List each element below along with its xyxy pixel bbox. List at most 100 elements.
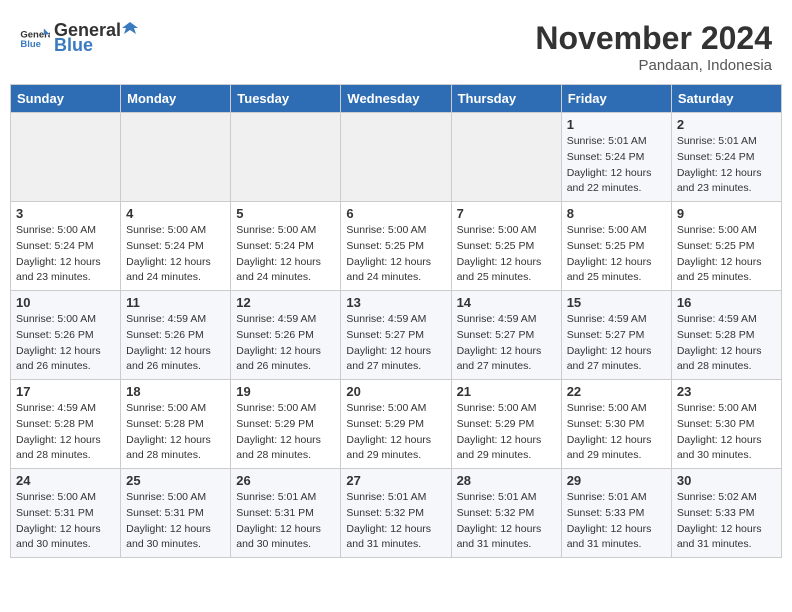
col-header-sunday: Sunday	[11, 85, 121, 113]
day-info: Sunrise: 5:00 AMSunset: 5:30 PMDaylight:…	[677, 401, 776, 464]
week-row-1: 1 Sunrise: 5:01 AMSunset: 5:24 PMDaylight…	[11, 113, 782, 202]
day-info: Sunrise: 5:01 AMSunset: 5:32 PMDaylight:…	[346, 490, 445, 553]
calendar-header-row: SundayMondayTuesdayWednesdayThursdayFrid…	[11, 85, 782, 113]
day-number: 14	[457, 295, 556, 310]
day-info: Sunrise: 5:01 AMSunset: 5:32 PMDaylight:…	[457, 490, 556, 553]
calendar-cell: 21Sunrise: 5:00 AMSunset: 5:29 PMDayligh…	[451, 380, 561, 469]
calendar-cell: 29 Sunrise: 5:01 AMSunset: 5:33 PMDayligh…	[561, 469, 671, 558]
day-number: 15	[567, 295, 666, 310]
calendar-cell: 4 Sunrise: 5:00 AMSunset: 5:24 PMDaylight…	[121, 202, 231, 291]
calendar-cell: 6 Sunrise: 5:00 AMSunset: 5:25 PMDaylight…	[341, 202, 451, 291]
day-number: 16	[677, 295, 776, 310]
calendar-cell: 19Sunrise: 5:00 AMSunset: 5:29 PMDayligh…	[231, 380, 341, 469]
col-header-wednesday: Wednesday	[341, 85, 451, 113]
day-info: Sunrise: 5:02 AMSunset: 5:33 PMDaylight:…	[677, 490, 776, 553]
day-number: 12	[236, 295, 335, 310]
day-number: 18	[126, 384, 225, 399]
day-number: 7	[457, 206, 556, 221]
day-number: 21	[457, 384, 556, 399]
day-number: 9	[677, 206, 776, 221]
logo-bird-icon	[122, 20, 138, 36]
day-number: 20	[346, 384, 445, 399]
day-info: Sunrise: 5:01 AMSunset: 5:24 PMDaylight:…	[567, 134, 666, 197]
day-number: 22	[567, 384, 666, 399]
calendar-cell: 22 Sunrise: 5:00 AMSunset: 5:30 PMDayligh…	[561, 380, 671, 469]
day-info: Sunrise: 5:00 AMSunset: 5:25 PMDaylight:…	[567, 223, 666, 286]
location-subtitle: Pandaan, Indonesia	[535, 57, 772, 74]
day-info: Sunrise: 4:59 AMSunset: 5:26 PMDaylight:…	[236, 312, 335, 375]
calendar-cell	[451, 113, 561, 202]
calendar-cell: 20 Sunrise: 5:00 AMSunset: 5:29 PMDayligh…	[341, 380, 451, 469]
col-header-monday: Monday	[121, 85, 231, 113]
calendar-cell: 10Sunrise: 5:00 AMSunset: 5:26 PMDayligh…	[11, 291, 121, 380]
svg-text:Blue: Blue	[20, 39, 41, 49]
logo-icon: General Blue	[20, 27, 50, 49]
calendar-cell: 2Sunrise: 5:01 AMSunset: 5:24 PMDaylight…	[671, 113, 781, 202]
day-number: 4	[126, 206, 225, 221]
col-header-saturday: Saturday	[671, 85, 781, 113]
calendar-cell: 30 Sunrise: 5:02 AMSunset: 5:33 PMDayligh…	[671, 469, 781, 558]
week-row-5: 24 Sunrise: 5:00 AMSunset: 5:31 PMDayligh…	[11, 469, 782, 558]
day-info: Sunrise: 5:00 AMSunset: 5:31 PMDaylight:…	[126, 490, 225, 553]
col-header-friday: Friday	[561, 85, 671, 113]
day-info: Sunrise: 5:00 AMSunset: 5:30 PMDaylight:…	[567, 401, 666, 464]
day-info: Sunrise: 5:00 AMSunset: 5:24 PMDaylight:…	[236, 223, 335, 286]
day-info: Sunrise: 5:00 AMSunset: 5:24 PMDaylight:…	[16, 223, 115, 286]
calendar-cell	[11, 113, 121, 202]
day-number: 24	[16, 473, 115, 488]
calendar-cell: 17Sunrise: 4:59 AMSunset: 5:28 PMDayligh…	[11, 380, 121, 469]
day-info: Sunrise: 5:00 AMSunset: 5:31 PMDaylight:…	[16, 490, 115, 553]
calendar-cell: 25Sunrise: 5:00 AMSunset: 5:31 PMDayligh…	[121, 469, 231, 558]
calendar-cell	[121, 113, 231, 202]
calendar-cell	[341, 113, 451, 202]
day-info: Sunrise: 5:00 AMSunset: 5:25 PMDaylight:…	[677, 223, 776, 286]
calendar-cell: 3 Sunrise: 5:00 AMSunset: 5:24 PMDaylight…	[11, 202, 121, 291]
day-number: 17	[16, 384, 115, 399]
day-number: 3	[16, 206, 115, 221]
day-info: Sunrise: 4:59 AMSunset: 5:28 PMDaylight:…	[677, 312, 776, 375]
week-row-4: 17Sunrise: 4:59 AMSunset: 5:28 PMDayligh…	[11, 380, 782, 469]
day-info: Sunrise: 5:00 AMSunset: 5:25 PMDaylight:…	[346, 223, 445, 286]
day-info: Sunrise: 4:59 AMSunset: 5:27 PMDaylight:…	[346, 312, 445, 375]
day-number: 30	[677, 473, 776, 488]
calendar-cell: 13 Sunrise: 4:59 AMSunset: 5:27 PMDayligh…	[341, 291, 451, 380]
day-number: 29	[567, 473, 666, 488]
calendar-cell: 12 Sunrise: 4:59 AMSunset: 5:26 PMDayligh…	[231, 291, 341, 380]
calendar-cell: 18 Sunrise: 5:00 AMSunset: 5:28 PMDayligh…	[121, 380, 231, 469]
col-header-thursday: Thursday	[451, 85, 561, 113]
calendar-cell: 11Sunrise: 4:59 AMSunset: 5:26 PMDayligh…	[121, 291, 231, 380]
day-number: 27	[346, 473, 445, 488]
week-row-3: 10Sunrise: 5:00 AMSunset: 5:26 PMDayligh…	[11, 291, 782, 380]
calendar-cell	[231, 113, 341, 202]
month-title: November 2024	[535, 20, 772, 57]
calendar-cell: 8Sunrise: 5:00 AMSunset: 5:25 PMDaylight…	[561, 202, 671, 291]
calendar-cell: 15Sunrise: 4:59 AMSunset: 5:27 PMDayligh…	[561, 291, 671, 380]
day-info: Sunrise: 5:00 AMSunset: 5:28 PMDaylight:…	[126, 401, 225, 464]
col-header-tuesday: Tuesday	[231, 85, 341, 113]
day-info: Sunrise: 5:01 AMSunset: 5:31 PMDaylight:…	[236, 490, 335, 553]
calendar-cell: 7 Sunrise: 5:00 AMSunset: 5:25 PMDaylight…	[451, 202, 561, 291]
calendar-cell: 24 Sunrise: 5:00 AMSunset: 5:31 PMDayligh…	[11, 469, 121, 558]
day-info: Sunrise: 5:00 AMSunset: 5:24 PMDaylight:…	[126, 223, 225, 286]
day-number: 10	[16, 295, 115, 310]
day-info: Sunrise: 5:00 AMSunset: 5:25 PMDaylight:…	[457, 223, 556, 286]
calendar-cell: 27 Sunrise: 5:01 AMSunset: 5:32 PMDayligh…	[341, 469, 451, 558]
day-number: 26	[236, 473, 335, 488]
day-info: Sunrise: 4:59 AMSunset: 5:27 PMDaylight:…	[457, 312, 556, 375]
page-header: General Blue General Blue November 2024 …	[10, 10, 782, 79]
day-info: Sunrise: 4:59 AMSunset: 5:26 PMDaylight:…	[126, 312, 225, 375]
calendar-cell: 28Sunrise: 5:01 AMSunset: 5:32 PMDayligh…	[451, 469, 561, 558]
calendar-cell: 26 Sunrise: 5:01 AMSunset: 5:31 PMDayligh…	[231, 469, 341, 558]
day-info: Sunrise: 5:00 AMSunset: 5:29 PMDaylight:…	[346, 401, 445, 464]
calendar-table: SundayMondayTuesdayWednesdayThursdayFrid…	[10, 84, 782, 558]
calendar-cell: 5Sunrise: 5:00 AMSunset: 5:24 PMDaylight…	[231, 202, 341, 291]
calendar-cell: 16 Sunrise: 4:59 AMSunset: 5:28 PMDayligh…	[671, 291, 781, 380]
day-number: 1	[567, 117, 666, 132]
calendar-cell: 1 Sunrise: 5:01 AMSunset: 5:24 PMDaylight…	[561, 113, 671, 202]
day-info: Sunrise: 5:01 AMSunset: 5:33 PMDaylight:…	[567, 490, 666, 553]
day-number: 6	[346, 206, 445, 221]
calendar-cell: 23Sunrise: 5:00 AMSunset: 5:30 PMDayligh…	[671, 380, 781, 469]
day-info: Sunrise: 5:01 AMSunset: 5:24 PMDaylight:…	[677, 134, 776, 197]
calendar-cell: 14 Sunrise: 4:59 AMSunset: 5:27 PMDayligh…	[451, 291, 561, 380]
day-number: 13	[346, 295, 445, 310]
